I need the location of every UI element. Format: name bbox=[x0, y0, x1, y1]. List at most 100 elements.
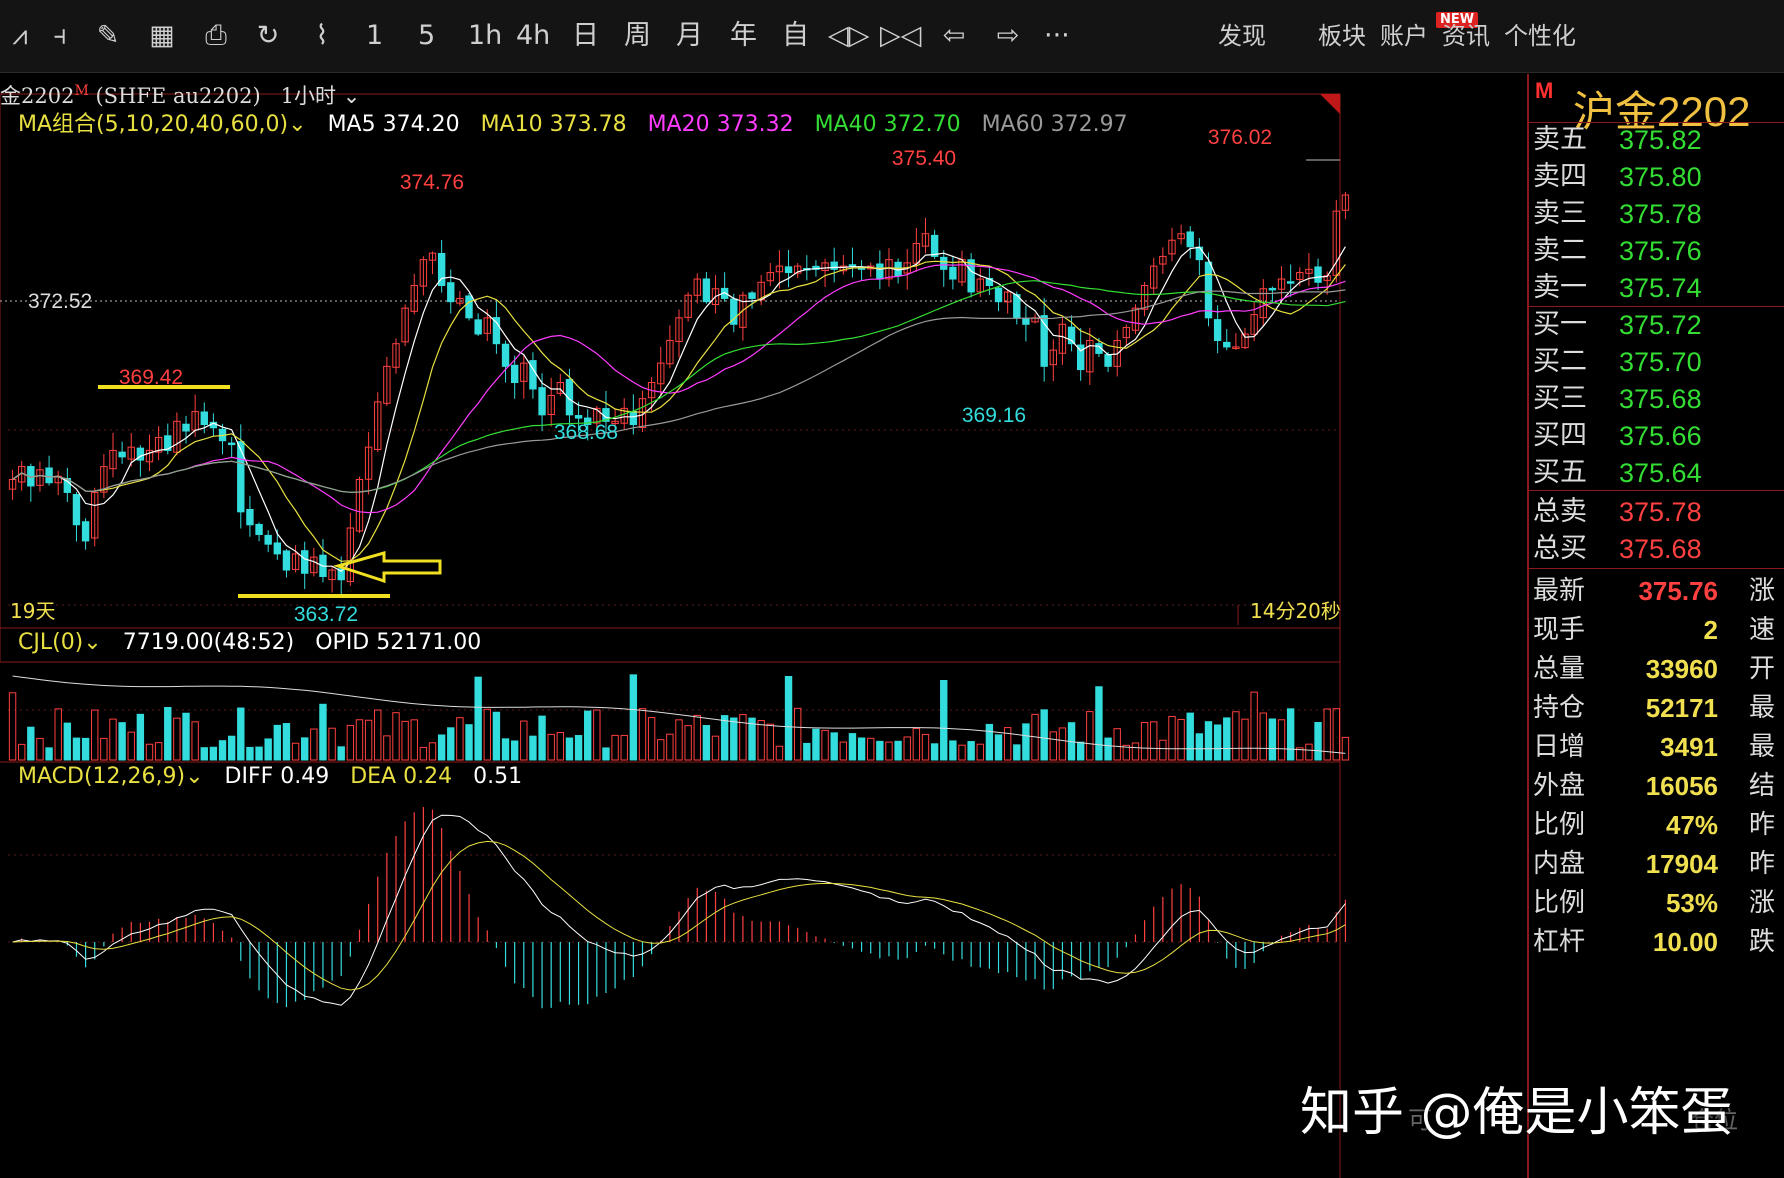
volume-bar bbox=[1140, 722, 1149, 761]
quote-panel: M 沪金2202 卖五 375.82 卖四 375.80 卖三 375.78 卖二 37… bbox=[1527, 74, 1784, 1178]
account-link[interactable]: 账户 bbox=[1380, 18, 1428, 54]
volume-bar bbox=[355, 719, 364, 761]
bid-row[interactable]: 买二 375.70 bbox=[1529, 342, 1784, 382]
period-1[interactable]: 1 bbox=[366, 18, 383, 54]
kline-chart[interactable]: 372.52374.76375.40376.02369.42368.68369.… bbox=[0, 74, 1527, 1178]
back-arrow-icon[interactable]: ⇦ bbox=[934, 18, 974, 54]
candle-split-icon[interactable]: ⫞ bbox=[40, 18, 80, 54]
bid-row[interactable]: 买一 375.72 bbox=[1529, 305, 1784, 345]
period-month[interactable]: 月 bbox=[676, 18, 703, 54]
price-panel-frame bbox=[0, 93, 1341, 663]
volume-bar bbox=[775, 745, 784, 761]
total-buy-value: 375.68 bbox=[1619, 534, 1702, 564]
price-annotation: 374.76 bbox=[400, 171, 464, 194]
volume-bar bbox=[912, 727, 921, 761]
period-1h[interactable]: 1h bbox=[468, 18, 502, 54]
volume-bar bbox=[1159, 739, 1167, 761]
volume-bar bbox=[8, 692, 17, 761]
bid-label: 买三 bbox=[1533, 383, 1587, 414]
volume-bar bbox=[867, 737, 875, 761]
ma10-value: 373.78 bbox=[549, 112, 627, 137]
draw-tool-icon[interactable]: ⌇ bbox=[302, 18, 342, 54]
period-week[interactable]: 周 bbox=[624, 18, 651, 54]
volume-bar bbox=[1131, 742, 1140, 761]
chevron-down-icon[interactable]: ⌄ bbox=[288, 112, 306, 137]
period-day[interactable]: 日 bbox=[572, 18, 599, 54]
volume-bar bbox=[584, 710, 592, 761]
volume-bar bbox=[456, 717, 464, 761]
ask-row[interactable]: 卖一 375.74 bbox=[1529, 268, 1784, 308]
forward-arrow-icon[interactable]: ⇨ bbox=[988, 18, 1028, 54]
volume-bar bbox=[319, 703, 327, 761]
refresh-icon[interactable]: ↻ bbox=[248, 18, 288, 54]
ask-row[interactable]: 卖二 375.76 bbox=[1529, 231, 1784, 271]
period-5[interactable]: 5 bbox=[418, 18, 435, 54]
chevron-down-icon[interactable]: ⌄ bbox=[83, 630, 101, 655]
candle-body bbox=[994, 287, 1003, 303]
stat-right-label: 结 bbox=[1749, 771, 1776, 801]
volume-bar bbox=[976, 743, 984, 761]
chevron-down-icon[interactable]: ⌄ bbox=[343, 84, 361, 108]
ledger-icon[interactable]: ▦ bbox=[142, 18, 182, 54]
volume-bar bbox=[291, 742, 300, 761]
volume-legend: CJL(0)⌄ 7719.00(48:52) OPID 52171.00 bbox=[18, 628, 481, 658]
sector-link[interactable]: 板块 bbox=[1318, 18, 1366, 54]
volume-bar bbox=[812, 728, 820, 761]
bid-price: 375.72 bbox=[1619, 310, 1702, 340]
volume-bar bbox=[1177, 718, 1185, 761]
shrink-icon[interactable]: ◁▷ bbox=[828, 18, 870, 54]
ask-row[interactable]: 卖五 375.82 bbox=[1529, 120, 1784, 160]
bid-row[interactable]: 买三 375.68 bbox=[1529, 379, 1784, 419]
volume-bar bbox=[483, 708, 491, 761]
expand-icon[interactable]: ▷◁ bbox=[880, 18, 922, 54]
ask-row[interactable]: 卖三 375.78 bbox=[1529, 194, 1784, 234]
period-4h[interactable]: 4h bbox=[516, 18, 550, 54]
volume-bar bbox=[136, 713, 145, 761]
corner-marker bbox=[1320, 94, 1340, 114]
bid-row[interactable]: 买四 375.66 bbox=[1529, 416, 1784, 456]
news-link[interactable]: 资讯 bbox=[1442, 18, 1490, 54]
volume-bar bbox=[1076, 741, 1085, 761]
period-custom[interactable]: 自 bbox=[782, 18, 809, 54]
ask-row[interactable]: 卖四 375.80 bbox=[1529, 157, 1784, 197]
volume-bar bbox=[675, 719, 683, 761]
stat-row: 日增 3491 最 bbox=[1529, 726, 1784, 768]
stat-row: 最新 375.76 涨 bbox=[1529, 570, 1784, 612]
ma40-value: 372.70 bbox=[883, 112, 961, 137]
symbol-code[interactable]: 金2202 bbox=[0, 84, 74, 108]
volume-bar bbox=[702, 725, 711, 761]
volume-bar bbox=[109, 718, 117, 761]
volume-bar bbox=[1113, 728, 1121, 761]
bid-label: 买四 bbox=[1533, 420, 1587, 451]
period-selector[interactable]: 1小时 bbox=[281, 84, 336, 108]
symbol-bar: 金2202M (SHFE au2202) 1小时 ⌄ bbox=[0, 74, 360, 108]
personal-link[interactable]: 个性化 bbox=[1504, 18, 1576, 54]
brush-icon[interactable]: ✎ bbox=[88, 18, 128, 54]
volume-bar bbox=[1232, 711, 1240, 761]
ma-selector[interactable]: MA组合(5,10,20,40,60,0) bbox=[18, 112, 288, 137]
stat-value: 17904 bbox=[1645, 849, 1718, 879]
candle-body bbox=[1104, 354, 1112, 367]
candle-body bbox=[1314, 266, 1322, 283]
macd-selector[interactable]: MACD(12,26,9) bbox=[18, 764, 185, 789]
volume-selector[interactable]: CJL(0) bbox=[18, 630, 83, 655]
zigzag-icon[interactable]: ⩘ bbox=[0, 18, 40, 54]
volume-bar bbox=[237, 707, 245, 761]
period-year[interactable]: 年 bbox=[730, 18, 757, 54]
candle-body bbox=[538, 387, 546, 416]
ask-label: 卖四 bbox=[1533, 161, 1587, 192]
volume-bar bbox=[401, 720, 409, 761]
candle-body bbox=[1186, 231, 1194, 248]
volume-bar bbox=[410, 719, 418, 761]
symbol-exchange: (SHFE au2202) bbox=[95, 84, 261, 108]
chevron-down-icon[interactable]: ⌄ bbox=[185, 764, 203, 789]
ask-price: 375.82 bbox=[1619, 125, 1702, 155]
discover-link[interactable]: 发现 bbox=[1218, 18, 1266, 54]
ma10-name: MA10 bbox=[480, 112, 543, 137]
save-icon[interactable]: ⎙ bbox=[196, 18, 236, 54]
volume-bar bbox=[1213, 724, 1222, 761]
more-button[interactable]: ··· bbox=[1044, 18, 1070, 54]
bid-row[interactable]: 买五 375.64 bbox=[1529, 453, 1784, 493]
stat-label: 日增 bbox=[1533, 732, 1586, 762]
volume-bar bbox=[72, 737, 81, 761]
